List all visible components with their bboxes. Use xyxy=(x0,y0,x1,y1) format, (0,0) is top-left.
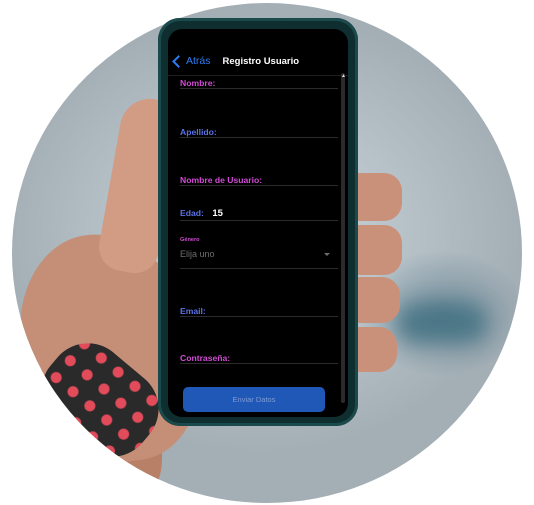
edad-field[interactable]: Edad: 15 xyxy=(180,203,338,221)
email-label: Email: xyxy=(180,306,206,316)
genero-underline xyxy=(180,268,338,269)
genero-select[interactable]: Género Elija uno xyxy=(180,237,338,269)
username-field[interactable]: Nombre de Usuario: xyxy=(180,170,338,188)
edad-underline xyxy=(180,220,338,221)
submit-button[interactable]: Enviar Datos xyxy=(183,387,325,412)
scrollbar[interactable] xyxy=(341,73,345,403)
edad-label: Edad: xyxy=(180,208,204,218)
phone-screen: Atrás Registro Usuario Nombre: Apellido:… xyxy=(168,29,348,417)
password-label: Contraseña: xyxy=(180,353,231,363)
apellido-field[interactable]: Apellido: xyxy=(180,122,338,140)
back-button-label: Atrás xyxy=(186,55,211,67)
nombre-label: Nombre: xyxy=(180,78,216,88)
caret-down-icon xyxy=(324,252,330,256)
nombre-underline xyxy=(180,88,338,89)
page-title: Registro Usuario xyxy=(222,55,300,67)
edad-value: 15 xyxy=(212,208,223,219)
blurred-background-object xyxy=(397,303,487,343)
password-field[interactable]: Contraseña: xyxy=(180,348,338,366)
email-field[interactable]: Email: xyxy=(180,301,338,319)
apellido-underline xyxy=(180,137,338,138)
username-label: Nombre de Usuario: xyxy=(180,175,263,185)
email-underline xyxy=(180,316,338,317)
username-underline xyxy=(180,185,338,186)
back-button[interactable]: Atrás xyxy=(172,54,211,68)
chevron-left-icon xyxy=(172,54,185,68)
scroll-up-arrow-icon[interactable]: ▲ xyxy=(341,74,346,79)
navigation-bar: Atrás Registro Usuario xyxy=(168,47,348,75)
genero-caption: Género xyxy=(180,237,200,243)
password-underline xyxy=(180,363,338,364)
apellido-label: Apellido: xyxy=(180,127,217,137)
genero-placeholder: Elija uno xyxy=(180,249,215,259)
genero-value-row: Elija uno xyxy=(180,249,330,259)
nombre-field[interactable]: Nombre: xyxy=(180,73,338,91)
